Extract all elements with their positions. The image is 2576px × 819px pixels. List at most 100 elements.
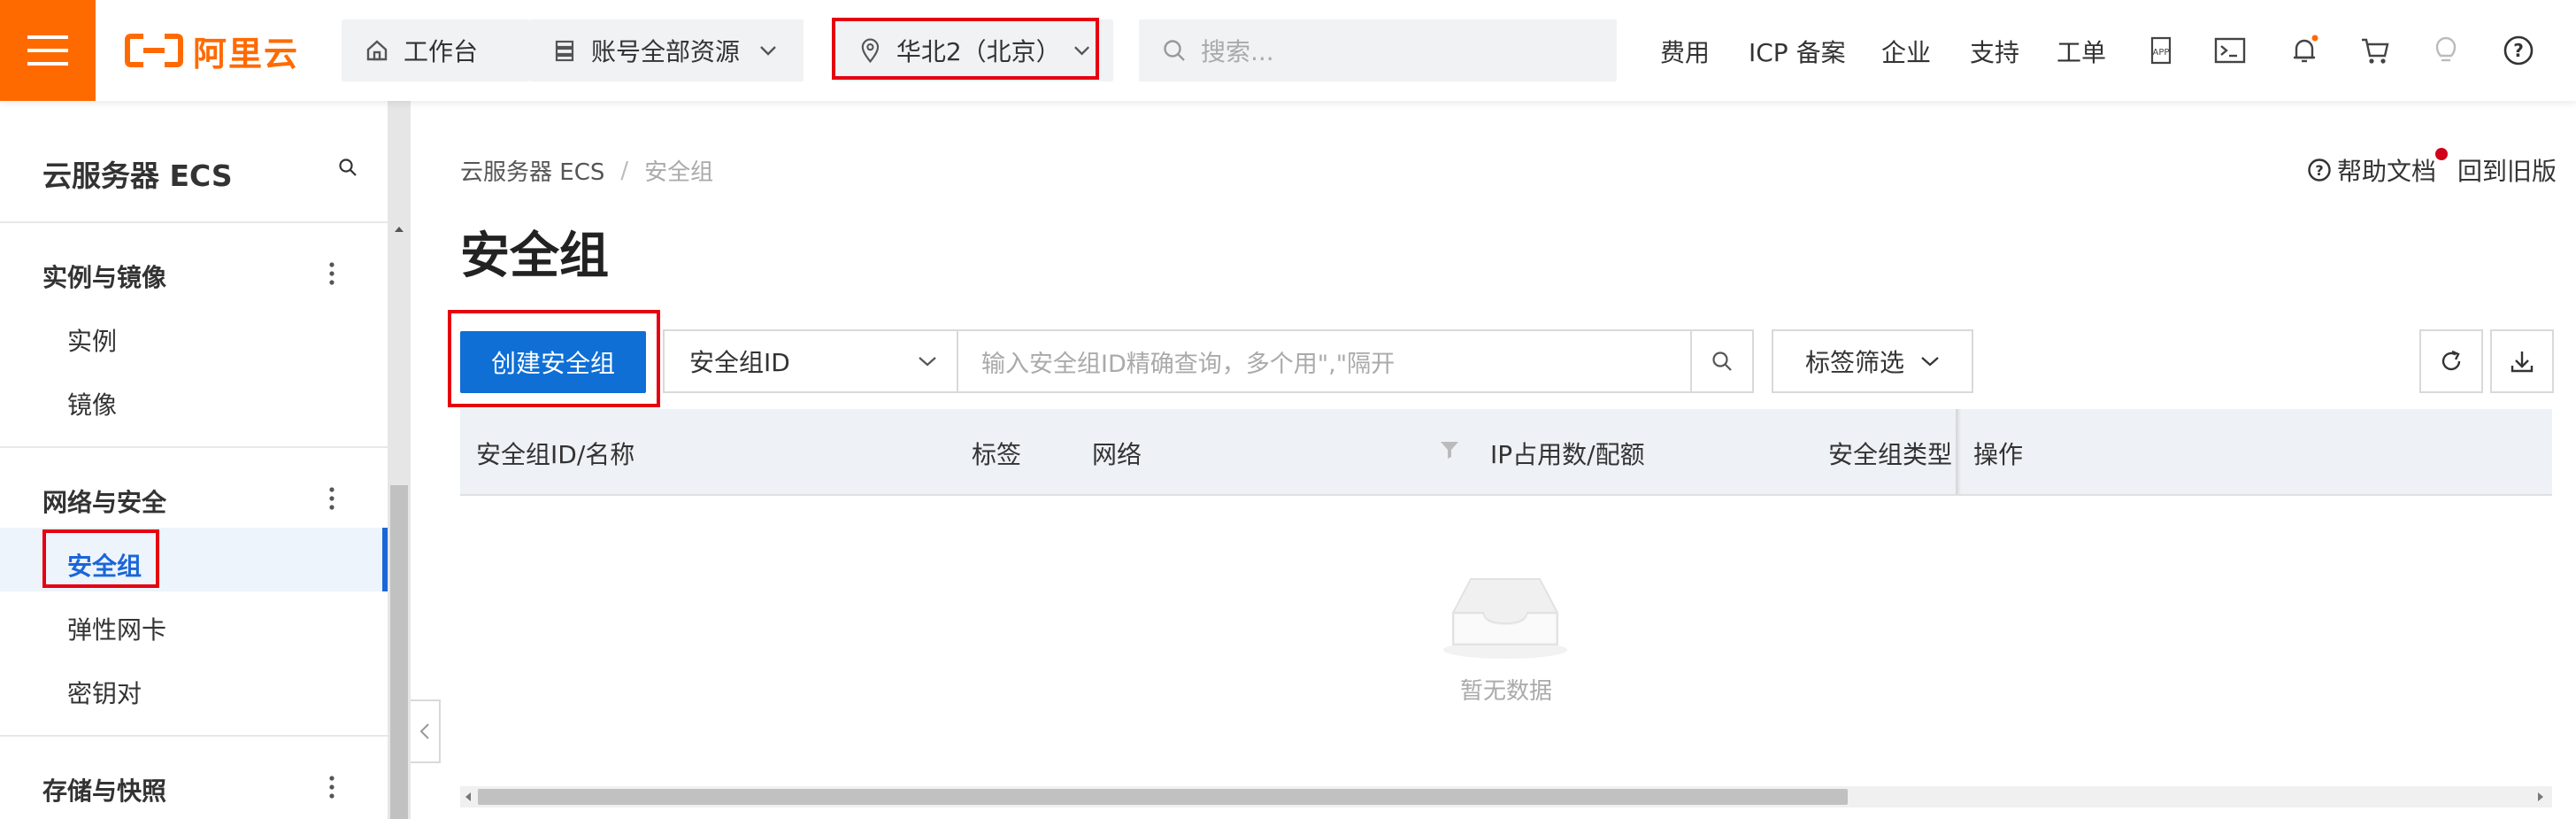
- sidebar-section-network-security[interactable]: 网络与安全: [42, 483, 166, 519]
- chevron-left-icon: [419, 723, 429, 739]
- resources-label: 账号全部资源: [591, 37, 741, 66]
- refresh-button[interactable]: [2419, 329, 2483, 393]
- breadcrumb-current: 安全组: [644, 159, 714, 186]
- bell-icon: [2294, 35, 2318, 63]
- sidebar-section-instances[interactable]: 实例与镜像: [42, 259, 166, 294]
- notifications-button[interactable]: [2287, 33, 2322, 68]
- global-search-input[interactable]: 搜索...: [1139, 19, 1617, 81]
- workbench-label: 工作台: [404, 37, 479, 66]
- refresh-icon: [2441, 350, 2461, 371]
- sidebar-search-button[interactable]: [338, 158, 358, 177]
- sidebar-item-security-groups[interactable]: 安全组: [67, 547, 142, 583]
- nav-fees[interactable]: 费用: [1660, 34, 1710, 69]
- cart-icon: [2362, 38, 2389, 64]
- hamburger-icon: [27, 35, 68, 66]
- sidebar: [0, 101, 388, 819]
- download-icon: [2511, 352, 2534, 373]
- chevron-down-icon: [1921, 357, 1939, 367]
- column-header-tags: 标签: [972, 440, 1022, 469]
- scroll-up-arrow-icon[interactable]: [393, 225, 405, 234]
- sidebar-scrollbar-thumb[interactable]: [390, 485, 408, 819]
- more-vertical-icon[interactable]: [329, 262, 334, 285]
- notification-dot: [2435, 148, 2448, 160]
- layers-icon: [555, 40, 574, 62]
- create-security-group-button[interactable]: 创建安全组: [460, 331, 646, 393]
- nav-ticket[interactable]: 工单: [2057, 34, 2106, 69]
- more-vertical-icon[interactable]: [329, 487, 334, 510]
- help-docs-link[interactable]: ? 帮助文档: [2307, 152, 2436, 188]
- brand-name: 阿里云: [193, 34, 300, 73]
- region-label: 华北2（北京）: [896, 37, 1061, 66]
- nav-support[interactable]: 支持: [1970, 34, 2019, 69]
- filter-search-input[interactable]: 输入安全组ID精确查询，多个用","隔开: [958, 329, 1692, 393]
- terminal-button[interactable]: [2212, 33, 2248, 68]
- breadcrumb-root[interactable]: 云服务器 ECS: [460, 154, 604, 187]
- sidebar-divider: [0, 735, 388, 737]
- fixed-column-shadow: [1956, 409, 1961, 494]
- empty-inbox-icon: [1442, 574, 1568, 659]
- region-dropdown[interactable]: 华北2（北京）: [835, 19, 1113, 81]
- terminal-icon: [2214, 37, 2246, 64]
- svg-text:?: ?: [2513, 40, 2524, 61]
- resources-dropdown[interactable]: 账号全部资源: [529, 19, 804, 81]
- tips-button[interactable]: [2428, 33, 2464, 68]
- filter-placeholder: 输入安全组ID精确查询，多个用","隔开: [981, 350, 1396, 378]
- home-icon: [366, 40, 388, 61]
- sidebar-active-background: [0, 528, 388, 591]
- table-scrollbar-thumb[interactable]: [478, 789, 1848, 805]
- old-version-link[interactable]: 回到旧版: [2457, 152, 2557, 188]
- aliyun-logo-icon: [125, 34, 183, 67]
- sidebar-item-images[interactable]: 镜像: [67, 386, 117, 421]
- app-icon: APP: [2150, 36, 2172, 65]
- sidebar-item-network-interfaces[interactable]: 弹性网卡: [67, 611, 166, 646]
- scroll-right-arrow-icon[interactable]: [2536, 791, 2545, 803]
- column-filter-button[interactable]: [1439, 439, 1460, 460]
- sidebar-divider: [0, 221, 388, 223]
- help-button[interactable]: ?: [2501, 33, 2536, 68]
- tag-filter-label: 标签筛选: [1804, 348, 1904, 377]
- workbench-button[interactable]: 工作台: [342, 19, 529, 81]
- location-pin-icon: [861, 38, 880, 64]
- download-button[interactable]: [2490, 329, 2554, 393]
- chevron-down-icon: [919, 357, 936, 367]
- collapse-sidebar-button[interactable]: [411, 699, 441, 763]
- breadcrumb-separator: /: [620, 157, 629, 184]
- chevron-down-icon: [760, 46, 776, 56]
- top-bar: 阿里云 工作台 账号全部资源 华北2（北京） 搜索... 费用 ICP 备案 企…: [0, 0, 2576, 101]
- breadcrumb: 云服务器 ECS / 安全组: [460, 154, 713, 187]
- aliyun-logo[interactable]: 阿里云: [124, 27, 299, 74]
- app-button[interactable]: APP: [2143, 33, 2179, 68]
- search-icon: [1712, 352, 1732, 371]
- column-header-actions: 操作: [1973, 440, 2024, 469]
- sidebar-section-storage[interactable]: 存储与快照: [42, 772, 166, 807]
- help-icon: ?: [2503, 35, 2534, 66]
- hamburger-menu-button[interactable]: [0, 0, 96, 101]
- empty-state-text: 暂无数据: [1460, 678, 1553, 705]
- filter-funnel-icon: [1441, 442, 1458, 459]
- help-docs-label: 帮助文档: [2337, 157, 2437, 186]
- filter-field-label: 安全组ID: [689, 348, 790, 377]
- search-icon: [1164, 40, 1185, 61]
- filter-field-select[interactable]: 安全组ID: [663, 329, 958, 393]
- cart-button[interactable]: [2357, 33, 2393, 68]
- svg-text:?: ?: [2315, 162, 2323, 179]
- page-title: 安全组: [460, 228, 609, 285]
- nav-icp[interactable]: ICP 备案: [1749, 34, 1846, 69]
- more-vertical-icon[interactable]: [329, 776, 334, 799]
- tag-filter-dropdown[interactable]: 标签筛选: [1772, 329, 1973, 393]
- search-placeholder: 搜索...: [1201, 37, 1274, 66]
- scroll-left-arrow-icon[interactable]: [464, 791, 473, 803]
- nav-enterprise[interactable]: 企业: [1881, 34, 1931, 69]
- svg-text:APP: APP: [2153, 48, 2170, 58]
- sidebar-item-key-pairs[interactable]: 密钥对: [67, 675, 142, 710]
- column-header-id-name: 安全组ID/名称: [476, 440, 635, 469]
- column-header-network: 网络: [1092, 440, 1142, 469]
- sidebar-divider: [0, 446, 388, 448]
- column-header-ip-quota: IP占用数/配额: [1490, 440, 1645, 469]
- filter-search-button[interactable]: [1690, 329, 1754, 393]
- lightbulb-icon: [2435, 36, 2457, 62]
- search-icon: [339, 158, 357, 176]
- sidebar-title: 云服务器 ECS: [42, 158, 233, 193]
- column-header-type: 安全组类型: [1828, 440, 1953, 469]
- sidebar-item-instances[interactable]: 实例: [67, 322, 117, 358]
